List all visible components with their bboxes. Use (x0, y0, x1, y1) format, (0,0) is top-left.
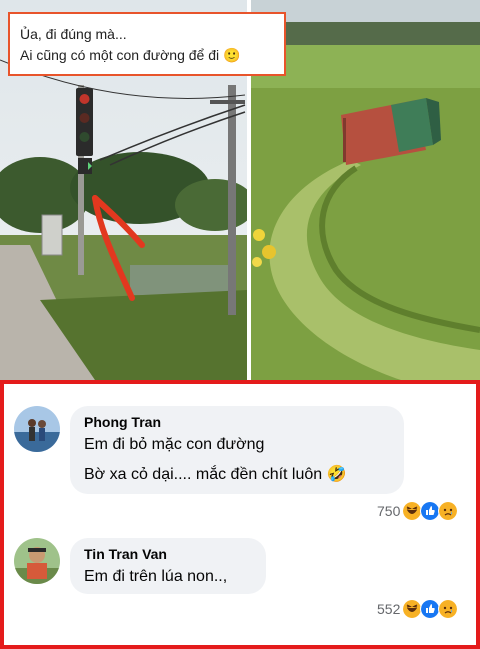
reaction-count: 750 (377, 503, 401, 519)
comment-author[interactable]: Tin Tran Van (84, 546, 167, 562)
reaction-summary[interactable]: 750 (377, 501, 459, 521)
caption-line-2: Ai cũng có một con đường để đi 🙂 (20, 47, 241, 63)
meme-caption: Ủa, đi đúng mà... Ai cũng có một con đườ… (8, 12, 286, 76)
sad-icon (438, 501, 459, 521)
comment-text-line: Em đi bỏ mặc con đường (84, 436, 265, 453)
avatar[interactable] (14, 406, 60, 452)
caption-line-1: Ủa, đi đúng mà... (20, 26, 127, 42)
haha-icon (402, 599, 423, 619)
like-icon (420, 501, 441, 521)
like-icon (420, 599, 441, 619)
comment-text-line: Em đi trên lúa non.., (84, 568, 228, 585)
reaction-count: 552 (377, 601, 401, 617)
haha-icon (402, 501, 423, 521)
comments-section: Phong Tran Em đi bỏ mặc con đường Bờ xa … (0, 380, 480, 649)
sad-icon (438, 599, 459, 619)
reaction-summary[interactable]: 552 (377, 599, 459, 619)
avatar[interactable] (14, 538, 60, 584)
meme-image: Ủa, đi đúng mà... Ai cũng có một con đườ… (0, 0, 480, 380)
comment-author[interactable]: Phong Tran (84, 414, 161, 430)
comment-text-line: Bờ xa cỏ dại.... mắc đền chít luôn 🤣 (84, 466, 347, 483)
